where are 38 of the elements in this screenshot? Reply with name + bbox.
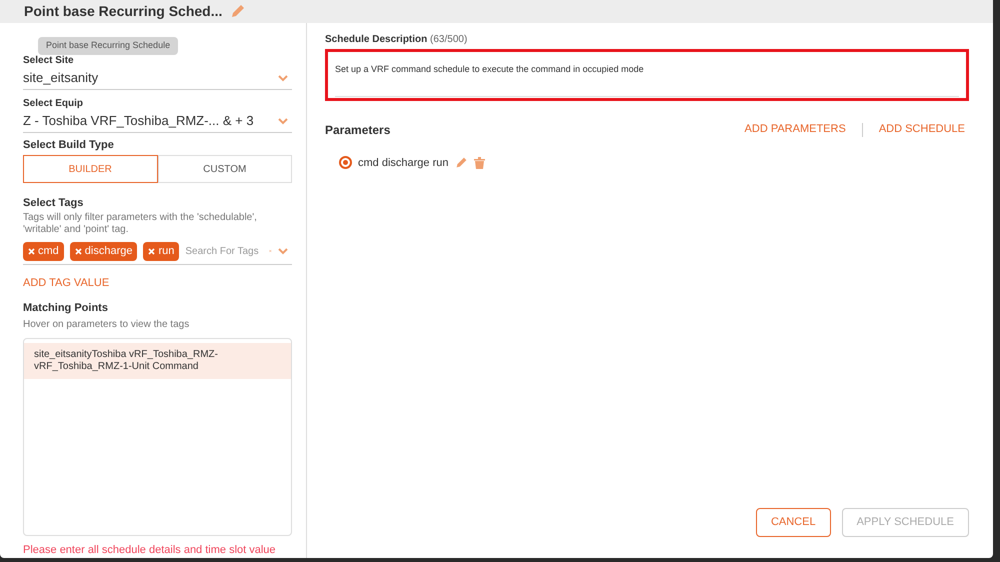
label: Select Build Type [23, 138, 115, 152]
select-field[interactable]: site_eitsanity [23, 68, 292, 90]
chevron-down-icon[interactable] [278, 118, 288, 124]
pencil-icon[interactable] [454, 156, 468, 170]
parameter-label: cmd discharge run [358, 156, 448, 170]
hint-text: Tags will only filter parameters with the 'schedulable', 'writable' and 'point' tag. [23, 212, 258, 236]
description-field[interactable]: Set up a VRF command schedule to execute the command in occupied mode [325, 48, 969, 100]
tag-chip[interactable]: cmd [23, 242, 64, 260]
toggle-option[interactable]: CUSTOM [158, 155, 292, 183]
hint-text: Hover on parameters to view the tags [23, 318, 190, 332]
select-field[interactable]: Z - Toshiba VRF_Toshiba_RMZ-... & + 3 [23, 110, 292, 132]
close-icon[interactable] [74, 248, 82, 254]
error-message: Please enter all schedule details and time slot value [23, 542, 277, 558]
action-link[interactable]: ADD PARAMETERS [744, 121, 846, 138]
tag-chip[interactable]: discharge [70, 242, 138, 260]
tag-chip[interactable]: run [143, 242, 180, 260]
pencil-icon[interactable] [230, 3, 246, 20]
tooltip: Point base Recurring Schedule [38, 37, 178, 54]
chevron-down-icon[interactable] [278, 248, 288, 254]
section-title: Parameters [325, 122, 390, 138]
add-tag-value-link[interactable]: ADD TAG VALUE [23, 274, 292, 291]
label: Schedule Description [325, 34, 428, 44]
char-count: (63/500) [430, 34, 468, 44]
chevron-down-icon[interactable] [278, 74, 288, 82]
label: Select Site [23, 54, 75, 68]
action-link[interactable]: ADD SCHEDULE [878, 121, 965, 138]
dialog-button[interactable]: CANCEL [756, 508, 831, 537]
close-icon[interactable] [148, 248, 156, 254]
radio-button[interactable] [339, 156, 352, 170]
search-field[interactable]: Search For Tags [185, 244, 264, 258]
label: Matching Points [23, 301, 109, 316]
dialog-title: Point base Recurring Sched... [24, 2, 222, 21]
label: Select Equip [23, 96, 84, 110]
point-item[interactable]: site_eitsanityToshiba vRF_Toshiba_RMZ-vRF_Toshiba_RMZ-1-Unit Command [24, 342, 291, 378]
trash-icon[interactable] [474, 156, 484, 169]
label: Select Tags [23, 196, 84, 211]
close-icon[interactable] [28, 248, 35, 254]
toggle-option[interactable]: BUILDER [23, 155, 158, 183]
